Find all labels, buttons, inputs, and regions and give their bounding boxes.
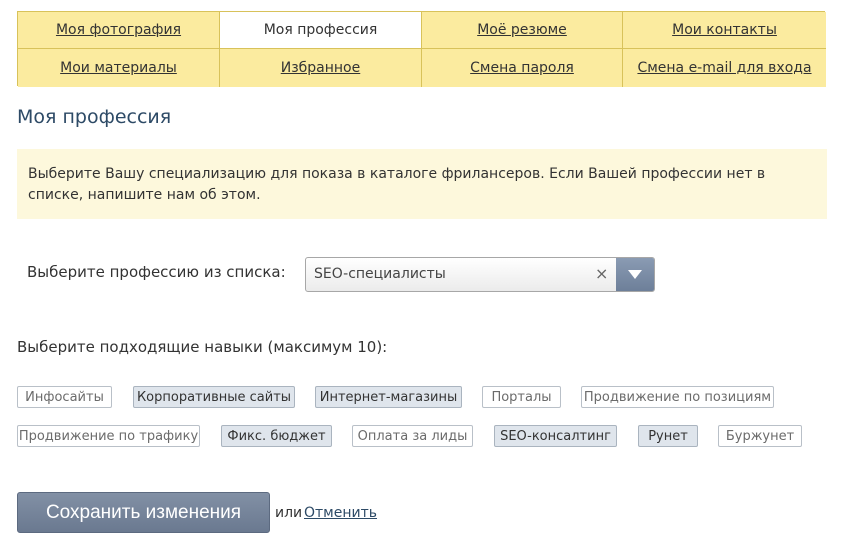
tab-my-materials[interactable]: Мои материалы <box>18 49 220 87</box>
tab-my-resume[interactable]: Моё резюме <box>422 12 623 49</box>
profile-tabs: Моя фотография Моя профессия Моё резюме … <box>17 11 826 87</box>
skill-chip-corporate-sites[interactable]: Корпоративные сайты <box>133 386 295 408</box>
skill-chip-runet[interactable]: Рунет <box>638 425 698 447</box>
tab-change-password[interactable]: Смена пароля <box>422 49 623 87</box>
skill-chip-portals[interactable]: Порталы <box>482 386 561 408</box>
skill-chip-pay-per-lead[interactable]: Оплата за лиды <box>352 425 473 447</box>
skill-chip-seo-consulting[interactable]: SEO-консалтинг <box>494 425 617 447</box>
or-text: или <box>275 505 303 521</box>
skill-chip-promotion-traffic[interactable]: Продвижение по трафику <box>17 425 200 447</box>
save-button[interactable]: Сохранить изменения <box>17 492 270 533</box>
tab-my-profession[interactable]: Моя профессия <box>220 12 422 49</box>
tab-favorites[interactable]: Избранное <box>220 49 422 87</box>
profession-select-label: Выберите профессию из списка: <box>27 263 286 281</box>
profession-select-value: SEO-специалисты <box>314 266 446 282</box>
chevron-down-icon <box>628 270 642 279</box>
skill-chip-burzhunet[interactable]: Буржунет <box>718 425 802 447</box>
tab-change-email[interactable]: Смена e-mail для входа <box>623 49 826 87</box>
tab-my-contacts[interactable]: Мои контакты <box>623 12 826 49</box>
skill-chip-fixed-budget[interactable]: Фикс. бюджет <box>221 425 332 447</box>
skill-chip-infosites[interactable]: Инфосайты <box>17 386 112 408</box>
clear-icon[interactable]: × <box>595 264 608 283</box>
skill-chip-promotion-positions[interactable]: Продвижение по позициям <box>581 386 774 408</box>
dropdown-arrow-button[interactable] <box>616 258 654 291</box>
skill-chip-online-stores[interactable]: Интернет-магазины <box>315 386 462 408</box>
info-message: Выберите Вашу специализацию для показа в… <box>17 149 827 219</box>
tab-my-photo[interactable]: Моя фотография <box>18 12 220 49</box>
skills-label: Выберите подходящие навыки (максимум 10)… <box>17 338 388 356</box>
page-title: Моя профессия <box>17 106 172 128</box>
cancel-link[interactable]: Отменить <box>304 505 377 521</box>
profession-select[interactable]: SEO-специалисты × <box>305 257 655 292</box>
